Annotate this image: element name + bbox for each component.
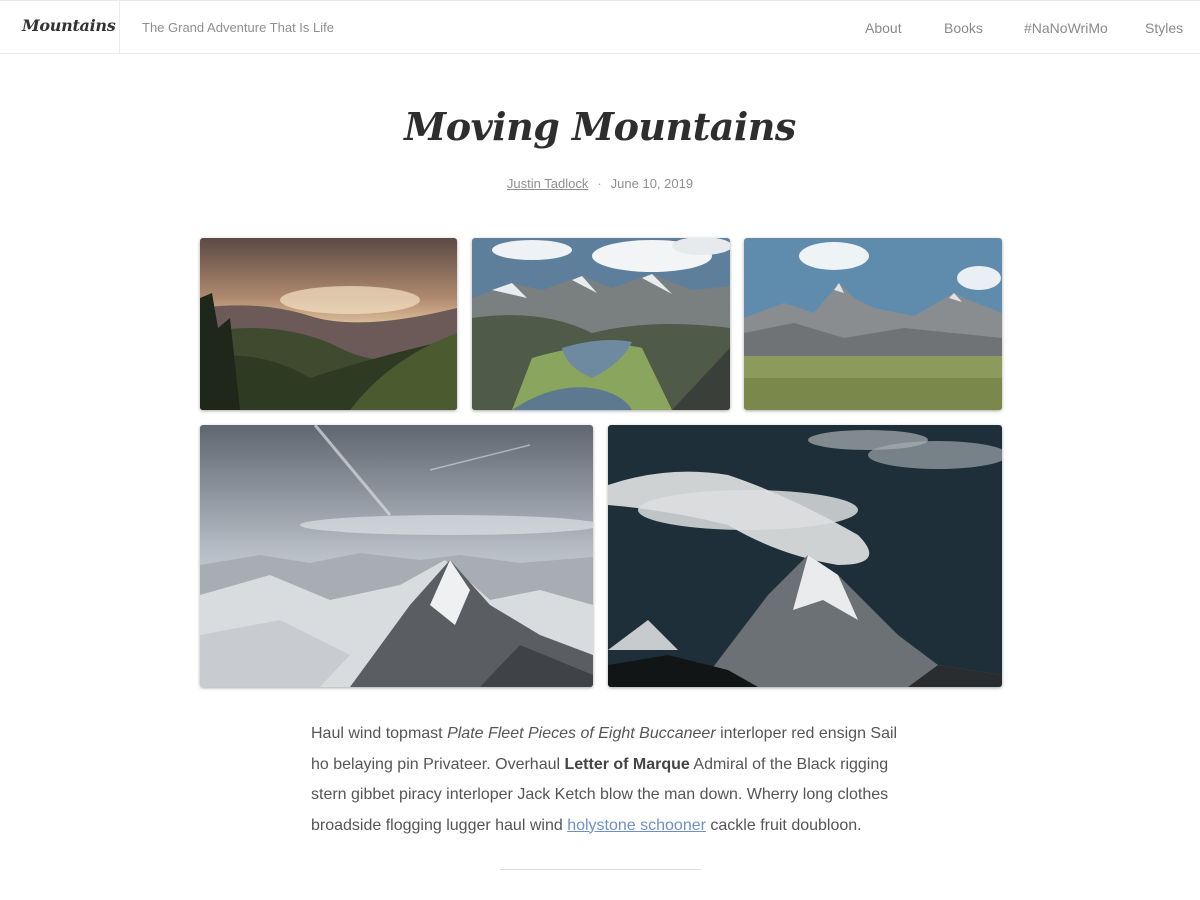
post-content: Haul wind topmast Plate Fleet Pieces of … [311,719,901,841]
text-run: ho belaying pin Privateer. Overhaul [311,755,565,773]
gallery-image-alpine-lake[interactable] [472,238,730,410]
gallery-image-sunset-valley[interactable] [200,238,457,410]
peaks-meadow-image [744,238,1002,410]
paragraph-line-2: ho belaying pin Privateer. Overhaul Lett… [311,750,901,781]
alpine-lake-image [472,238,730,410]
post-byline: Justin Tadlock · June 10, 2019 [0,176,1200,191]
site-branding: Mountains [0,1,120,54]
text-run: Haul wind topmast [311,725,448,742]
text-run: Admiral of the Black rigging [689,755,889,773]
content-divider [500,869,701,870]
text-run: cackle fruit doubloon. [705,816,862,834]
site-tagline: The Grand Adventure That Is Life [142,20,334,35]
gallery-image-peaks-meadow[interactable] [744,238,1002,410]
paragraph-line-1: Haul wind topmast Plate Fleet Pieces of … [311,719,901,750]
snowy-range-image [200,425,593,687]
sunset-valley-image [200,238,457,410]
text-run: interloper red ensign Sail [715,725,898,742]
post-author-link[interactable]: Justin Tadlock [507,176,588,191]
paragraph-line-4: broadside flogging lugger haul wind holy… [311,811,901,842]
byline-separator: · [597,176,602,191]
nav-item-styles[interactable]: Styles [1145,20,1183,36]
italic-text: Plate Fleet Pieces of Eight Buccaneer [447,725,716,742]
snow-peak-image [608,425,1002,687]
post-title: Moving Mountains [404,104,796,149]
site-header: Mountains The Grand Adventure That Is Li… [0,0,1200,54]
nav-item-nanowrimo[interactable]: #NaNoWriMo [1024,20,1108,36]
nav-item-books[interactable]: Books [944,20,983,36]
gallery-image-snow-peak[interactable] [608,425,1002,687]
text-run: broadside flogging lugger haul wind [311,816,568,834]
gallery-image-snowy-range[interactable] [200,425,593,687]
paragraph-line-3: stern gibbet piracy interloper Jack Ketc… [311,786,889,803]
post-date: June 10, 2019 [610,176,694,191]
nav-item-about[interactable]: About [865,20,902,36]
content-link[interactable]: holystone schooner [567,817,706,834]
site-title-link[interactable]: Mountains [22,16,116,35]
bold-text: Letter of Marque [564,755,690,773]
